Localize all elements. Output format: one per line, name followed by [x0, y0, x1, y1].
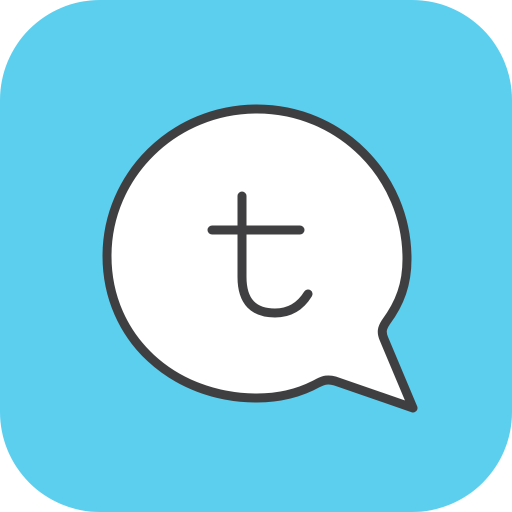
- speech-bubble-icon: [102, 104, 418, 413]
- app-icon[interactable]: [0, 0, 512, 512]
- speech-bubble-logo: [102, 104, 418, 413]
